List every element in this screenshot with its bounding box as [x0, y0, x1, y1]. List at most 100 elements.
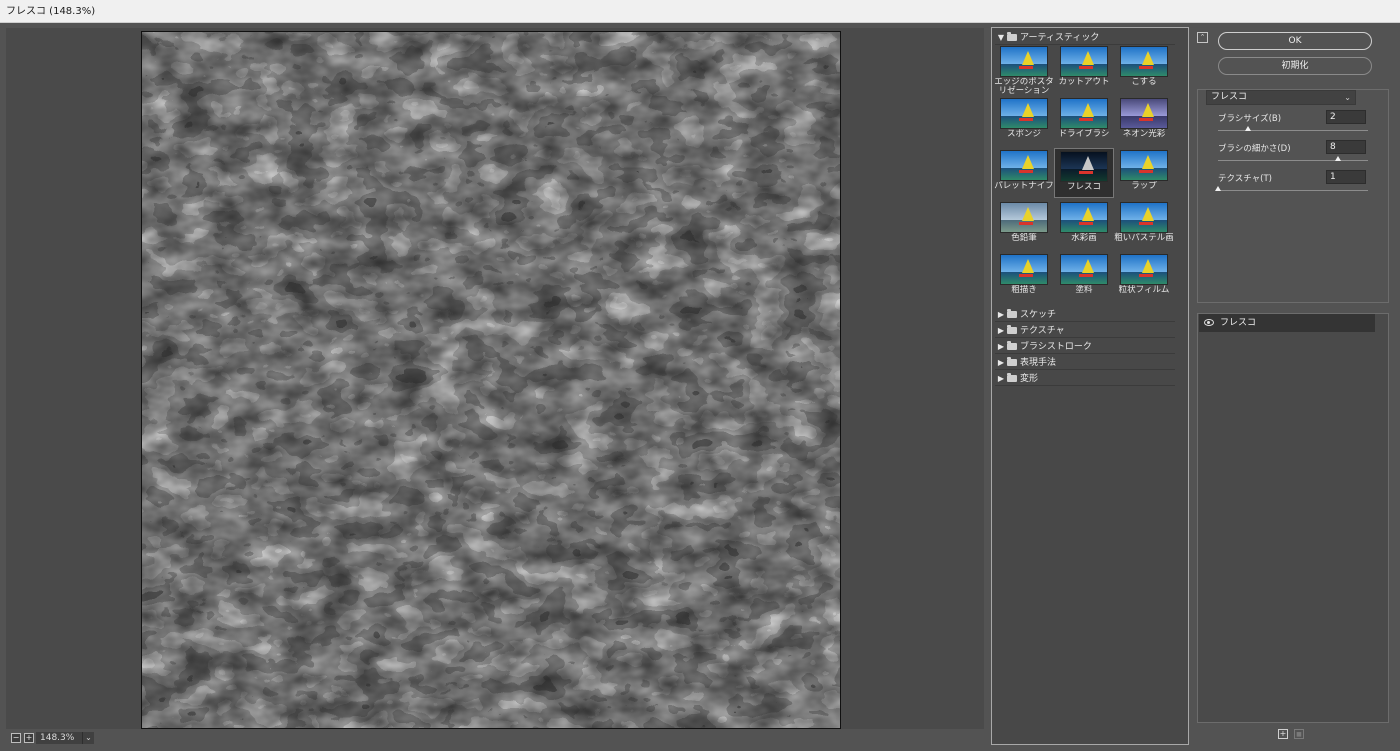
preview-canvas[interactable]	[141, 31, 841, 729]
param-label: テクスチャ(T)	[1218, 174, 1272, 184]
filter-label: スポンジ	[1006, 129, 1041, 139]
param-input[interactable]: 8	[1326, 140, 1366, 154]
filter-thumbnail[interactable]: 粒状フィルム	[1114, 252, 1174, 302]
filter-thumbnail[interactable]: ドライブラシ	[1054, 96, 1114, 146]
filter-thumbnail[interactable]: パレットナイフ	[994, 148, 1054, 198]
filter-label: カットアウト	[1058, 77, 1110, 87]
param-input[interactable]: 1	[1326, 170, 1366, 184]
effect-layer-name: フレスコ	[1220, 318, 1257, 328]
filter-preview-image	[1120, 254, 1168, 285]
preview-image	[142, 32, 840, 728]
filter-thumbnail[interactable]: 塗料	[1054, 252, 1114, 302]
effect-layer-row[interactable]: フレスコ	[1199, 314, 1375, 332]
filter-select[interactable]: フレスコ ⌄	[1206, 90, 1356, 105]
filter-thumbnail[interactable]: こする	[1114, 44, 1174, 94]
category-label: 変形	[1020, 374, 1039, 384]
filter-thumbnail[interactable]: 水彩画	[1054, 200, 1114, 250]
filter-preview-image	[1060, 151, 1108, 182]
collapse-gallery-button[interactable]: ⌃	[1197, 32, 1208, 43]
param-input[interactable]: 2	[1326, 110, 1366, 124]
slider-handle[interactable]	[1215, 186, 1221, 191]
category-label: テクスチャ	[1020, 326, 1065, 336]
filter-thumbnail[interactable]: カットアウト	[1054, 44, 1114, 94]
filter-label: フレスコ	[1066, 182, 1101, 192]
filter-thumbnail[interactable]: 色鉛筆	[994, 200, 1054, 250]
filter-preview-image	[1120, 98, 1168, 129]
category-label: 表現手法	[1020, 358, 1057, 368]
filter-thumbnail[interactable]: ネオン光彩	[1114, 96, 1174, 146]
category-label: アーティスティック	[1020, 33, 1100, 43]
filter-preview-image	[1000, 46, 1048, 77]
window-title: フレスコ (148.3%)	[6, 6, 96, 17]
filter-thumbnail[interactable]: 粗いパステル画	[1114, 200, 1174, 250]
filter-preview-image	[1000, 254, 1048, 285]
param-slider[interactable]	[1218, 156, 1368, 161]
filter-label: ラップ	[1131, 181, 1157, 191]
folder-icon	[1007, 32, 1017, 41]
triangle-right-icon: ▶	[997, 310, 1005, 319]
chevron-down-icon: ⌄	[1344, 93, 1351, 102]
param-slider[interactable]	[1218, 126, 1368, 131]
filter-label: 粗いパステル画	[1114, 233, 1174, 243]
window-title-bar: フレスコ (148.3%)	[0, 0, 1400, 23]
filter-label: 色鉛筆	[1011, 233, 1037, 243]
triangle-right-icon: ▶	[997, 326, 1005, 335]
category-header[interactable]: ▶ ブラシストローク	[995, 339, 1175, 354]
reset-button[interactable]: 初期化	[1218, 57, 1372, 75]
filter-label: エッジのポスタリゼーション	[994, 77, 1054, 96]
folder-icon	[1007, 373, 1017, 382]
filter-preview-image	[1000, 150, 1048, 181]
triangle-right-icon: ▶	[997, 342, 1005, 351]
settings-panel: ⌃ OK 初期化 フレスコ ⌄ ブラシサイズ(B) 2 ブラシの細かさ(D) 8 テクス…	[1193, 27, 1393, 747]
triangle-right-icon: ▶	[997, 358, 1005, 367]
zoom-dropdown-icon[interactable]: ⌄	[82, 732, 94, 744]
param-label: ブラシサイズ(B)	[1218, 114, 1282, 124]
category-header[interactable]: ▶ テクスチャ	[995, 323, 1175, 338]
preview-area	[6, 28, 984, 729]
trash-icon: ■	[1296, 731, 1302, 738]
triangle-down-icon: ▼	[997, 33, 1005, 42]
folder-icon	[1007, 357, 1017, 366]
filter-gallery: ▼ アーティスティック エッジのポスタリゼーション カットアウト こするスポンジ ドライ…	[991, 27, 1189, 745]
filter-thumbnail[interactable]: フレスコ	[1054, 148, 1114, 198]
effect-layers: フレスコ	[1197, 313, 1389, 723]
filter-thumbnail[interactable]: 粗描き	[994, 252, 1054, 302]
filter-preview-image	[1060, 254, 1108, 285]
filter-label: こする	[1131, 77, 1157, 87]
filter-preview-image	[1060, 202, 1108, 233]
filter-label: 水彩画	[1071, 233, 1097, 243]
zoom-in-button[interactable]: +	[24, 733, 34, 743]
filter-settings: フレスコ ⌄ ブラシサイズ(B) 2 ブラシの細かさ(D) 8 テクスチャ(T) 1	[1197, 89, 1389, 303]
delete-effect-layer-button[interactable]: ■	[1294, 729, 1304, 739]
category-header[interactable]: ▶ 変形	[995, 371, 1175, 386]
triangle-right-icon: ▶	[997, 374, 1005, 383]
zoom-level[interactable]: 148.3%	[36, 732, 82, 744]
param-slider[interactable]	[1215, 186, 1368, 191]
slider-handle[interactable]	[1245, 126, 1251, 131]
filter-thumbnail[interactable]: ラップ	[1114, 148, 1174, 198]
category-header[interactable]: ▶ スケッチ	[995, 307, 1175, 322]
ok-button[interactable]: OK	[1218, 32, 1372, 50]
filter-label: 塗料	[1075, 285, 1093, 295]
filter-label: 粒状フィルム	[1118, 285, 1170, 295]
filter-select-value: フレスコ	[1211, 92, 1248, 102]
filter-preview-image	[1120, 150, 1168, 181]
category-header[interactable]: ▶ 表現手法	[995, 355, 1175, 370]
eye-icon[interactable]	[1204, 319, 1214, 326]
zoom-out-button[interactable]: −	[11, 733, 21, 743]
filter-preview-image	[1120, 46, 1168, 77]
filter-thumbnail[interactable]: スポンジ	[994, 96, 1054, 146]
category-label: ブラシストローク	[1020, 342, 1092, 352]
folder-icon	[1007, 341, 1017, 350]
filter-preview-image	[1060, 46, 1108, 77]
filter-label: ドライブラシ	[1058, 129, 1110, 139]
filter-preview-image	[1000, 98, 1048, 129]
zoom-bar: − + 148.3% ⌄	[6, 731, 984, 747]
param-label: ブラシの細かさ(D)	[1218, 144, 1291, 154]
folder-icon	[1007, 309, 1017, 318]
filter-thumbnail[interactable]: エッジのポスタリゼーション	[994, 44, 1054, 96]
filter-label: パレットナイフ	[994, 181, 1054, 191]
category-artistic[interactable]: ▼ アーティスティック	[995, 30, 1175, 45]
new-effect-layer-button[interactable]: +	[1278, 729, 1288, 739]
slider-handle[interactable]	[1335, 156, 1341, 161]
